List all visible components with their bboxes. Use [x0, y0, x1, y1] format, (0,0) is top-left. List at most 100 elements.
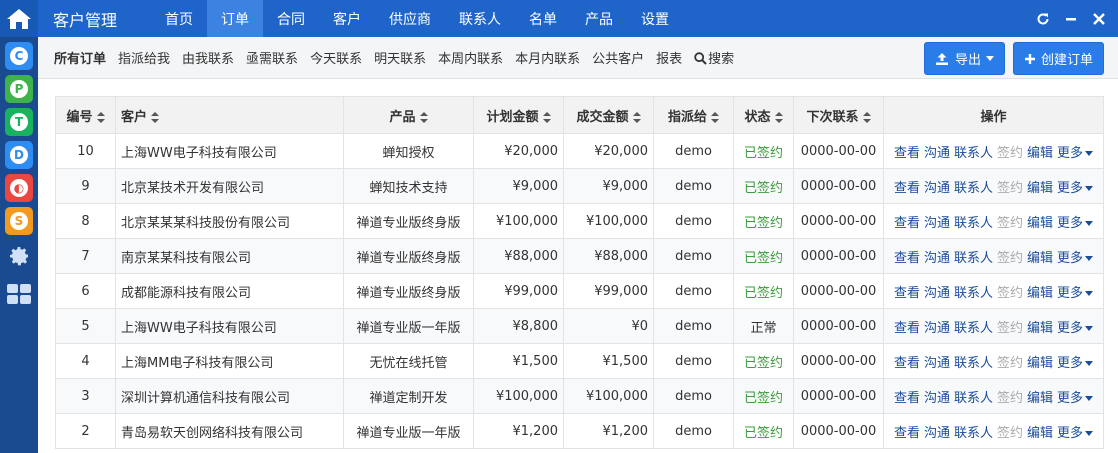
row-action-1[interactable]: 沟通 [924, 177, 950, 196]
nav-item-1[interactable]: 订单 [207, 0, 263, 37]
row-action-1[interactable]: 沟通 [924, 422, 950, 441]
row-action-4[interactable]: 编辑 [1027, 247, 1053, 266]
nav-item-6[interactable]: 名单 [515, 0, 571, 37]
row-action-label: 联系人 [953, 180, 993, 196]
filter-label: 亟需联系 [246, 52, 299, 67]
cell-product: 禅道专业版一年版 [343, 413, 474, 449]
minimize-icon[interactable] [1064, 12, 1078, 26]
settings-button[interactable] [0, 239, 38, 273]
filter-tab-9[interactable]: 报表 [656, 48, 682, 67]
filter-tab-2[interactable]: 由我联系 [182, 48, 234, 67]
row-action-2[interactable]: 联系人 [954, 387, 993, 406]
nav-item-8[interactable]: 设置 [627, 0, 683, 37]
row-action-1[interactable]: 沟通 [924, 212, 950, 231]
filter-tab-6[interactable]: 本周内联系 [438, 48, 503, 67]
row-action-label: 更多 [1057, 425, 1084, 441]
row-action-0[interactable]: 查看 [894, 422, 920, 441]
row-action-2[interactable]: 联系人 [954, 247, 993, 266]
cell-plan: ¥100,000 [473, 203, 564, 239]
row-action-4[interactable]: 编辑 [1027, 212, 1053, 231]
nav-item-3[interactable]: 客户 [319, 0, 375, 37]
cell-actions: 查看 沟通 联系人 签约 编辑 更多 [883, 168, 1104, 204]
row-action-2[interactable]: 联系人 [954, 282, 993, 301]
nav-item-7[interactable]: 产品 [571, 0, 627, 37]
app-launcher-5[interactable]: S [5, 207, 33, 235]
row-action-5[interactable]: 更多 [1057, 212, 1094, 231]
filter-tab-7[interactable]: 本月内联系 [515, 48, 580, 67]
row-action-4[interactable]: 编辑 [1027, 142, 1053, 161]
row-action-0[interactable]: 查看 [894, 177, 920, 196]
row-action-label: 沟通 [923, 250, 950, 266]
filter-tab-10[interactable]: 搜索 [694, 48, 734, 67]
row-action-0[interactable]: 查看 [894, 387, 920, 406]
nav-item-2[interactable]: 合同 [263, 0, 319, 37]
column-header-5[interactable]: 指派给 [653, 96, 734, 134]
app-launcher-4[interactable]: ◐ [5, 174, 33, 202]
chevron-down-icon [1085, 255, 1094, 261]
app-launcher-1[interactable]: P [5, 75, 33, 103]
app-logo-icon: D [10, 146, 28, 164]
row-action-4[interactable]: 编辑 [1027, 422, 1053, 441]
row-action-0[interactable]: 查看 [894, 282, 920, 301]
row-action-1[interactable]: 沟通 [924, 247, 950, 266]
filter-tab-4[interactable]: 今天联系 [310, 48, 362, 67]
close-icon[interactable] [1092, 12, 1106, 26]
all-apps-button[interactable] [0, 277, 38, 311]
row-action-5[interactable]: 更多 [1057, 177, 1094, 196]
row-action-4[interactable]: 编辑 [1027, 352, 1053, 371]
row-action-2[interactable]: 联系人 [954, 317, 993, 336]
row-action-2[interactable]: 联系人 [954, 422, 993, 441]
row-action-2[interactable]: 联系人 [954, 142, 993, 161]
nav-item-5[interactable]: 联系人 [445, 0, 515, 37]
row-action-5[interactable]: 更多 [1057, 352, 1094, 371]
main-nav: 首页 订单 合同 客户 供应商 联系人 名单 产品 设置 [151, 0, 683, 37]
filter-tab-8[interactable]: 公共客户 [592, 48, 644, 67]
export-button[interactable]: 导出 [923, 42, 1005, 75]
row-action-0[interactable]: 查看 [894, 247, 920, 266]
filter-tab-5[interactable]: 明天联系 [374, 48, 426, 67]
row-action-5[interactable]: 更多 [1057, 282, 1094, 301]
nav-item-4[interactable]: 供应商 [375, 0, 445, 37]
column-header-4[interactable]: 成交金额 [563, 96, 654, 134]
row-action-1[interactable]: 沟通 [924, 387, 950, 406]
row-action-0[interactable]: 查看 [894, 212, 920, 231]
column-header-0[interactable]: 编号 [55, 96, 116, 134]
row-action-1[interactable]: 沟通 [924, 142, 950, 161]
cell-customer: 南京某某科技有限公司 [115, 238, 344, 274]
column-header-7[interactable]: 下次联系 [793, 96, 884, 134]
row-action-4[interactable]: 编辑 [1027, 177, 1053, 196]
cell-product: 无忧在线托管 [343, 343, 474, 379]
app-launcher-0[interactable]: C [5, 42, 33, 70]
column-header-2[interactable]: 产品 [343, 96, 474, 134]
column-header-3[interactable]: 计划金额 [473, 96, 564, 134]
home-button[interactable] [0, 0, 38, 37]
row-action-1[interactable]: 沟通 [924, 352, 950, 371]
row-action-1[interactable]: 沟通 [924, 282, 950, 301]
row-action-2[interactable]: 联系人 [954, 177, 993, 196]
row-action-0[interactable]: 查看 [894, 142, 920, 161]
row-action-4[interactable]: 编辑 [1027, 317, 1053, 336]
column-header-1[interactable]: 客户 [115, 96, 344, 134]
filter-tab-3[interactable]: 亟需联系 [246, 48, 298, 67]
row-action-0[interactable]: 查看 [894, 317, 920, 336]
filter-tab-0[interactable]: 所有订单 [54, 48, 106, 67]
app-launcher-3[interactable]: D [5, 141, 33, 169]
row-action-2[interactable]: 联系人 [954, 212, 993, 231]
row-action-2[interactable]: 联系人 [954, 352, 993, 371]
refresh-icon[interactable] [1036, 12, 1050, 26]
filter-tab-1[interactable]: 指派给我 [118, 48, 170, 67]
nav-item-0[interactable]: 首页 [151, 0, 207, 37]
row-action-5[interactable]: 更多 [1057, 247, 1094, 266]
row-action-4[interactable]: 编辑 [1027, 387, 1053, 406]
row-action-5[interactable]: 更多 [1057, 387, 1094, 406]
cell-customer: 北京某技术开发有限公司 [115, 168, 344, 204]
row-action-0[interactable]: 查看 [894, 352, 920, 371]
row-action-5[interactable]: 更多 [1057, 422, 1094, 441]
row-action-4[interactable]: 编辑 [1027, 282, 1053, 301]
row-action-5[interactable]: 更多 [1057, 317, 1094, 336]
row-action-5[interactable]: 更多 [1057, 142, 1094, 161]
row-action-1[interactable]: 沟通 [924, 317, 950, 336]
create-order-button[interactable]: 创建订单 [1012, 42, 1104, 75]
column-header-6[interactable]: 状态 [733, 96, 794, 134]
app-launcher-2[interactable]: T [5, 108, 33, 136]
